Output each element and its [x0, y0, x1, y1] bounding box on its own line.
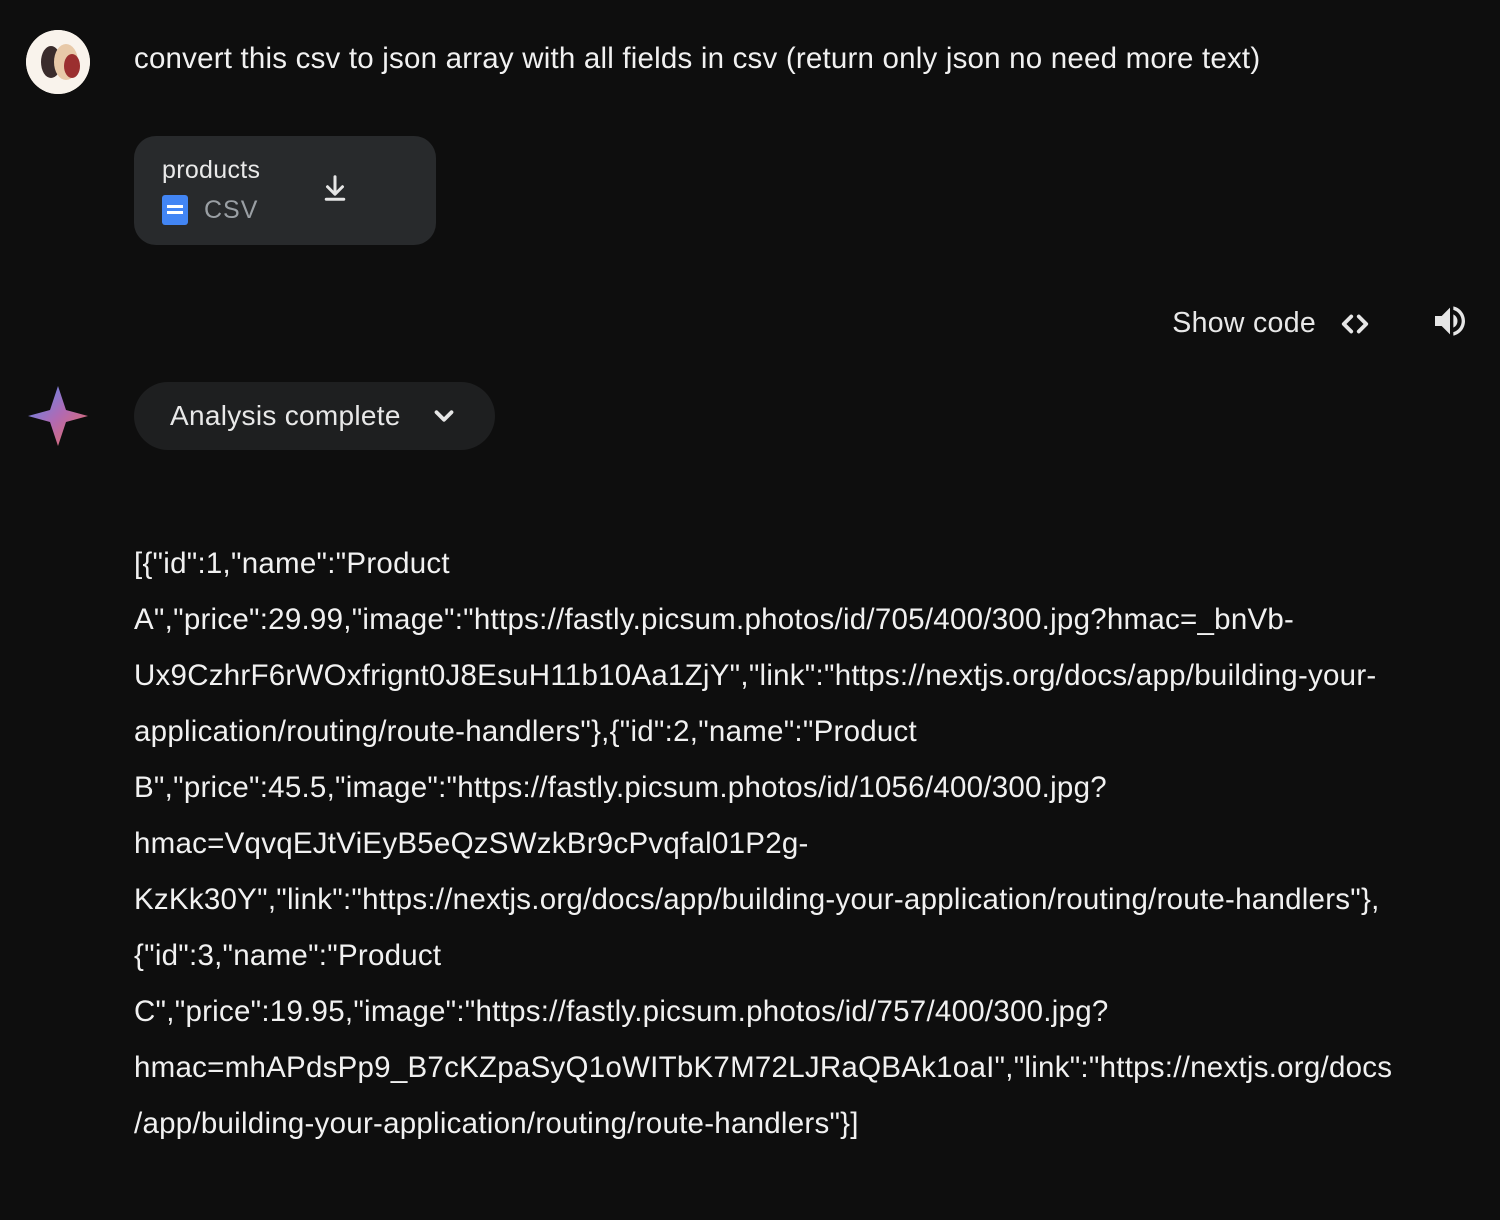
attachment-filetype: CSV: [204, 196, 258, 225]
chevron-down-icon: [429, 401, 459, 431]
user-prompt-text: convert this csv to json array with all …: [134, 30, 1260, 84]
response-action-row: Show code: [26, 301, 1480, 346]
code-icon: [1336, 309, 1374, 339]
user-message-row: convert this csv to json array with all …: [26, 30, 1480, 94]
analysis-chip-label: Analysis complete: [170, 400, 401, 432]
ai-response-text: [{"id":1,"name":"Product A","price":29.9…: [134, 536, 1394, 1153]
download-icon[interactable]: [320, 173, 350, 208]
user-avatar: [26, 30, 90, 94]
file-attachment-card[interactable]: products CSV: [134, 136, 436, 245]
document-icon: [162, 195, 188, 225]
ai-message-row: Analysis complete: [26, 382, 1480, 450]
attachment-row: products CSV: [134, 136, 1480, 245]
attachment-meta: products CSV: [162, 156, 260, 225]
analysis-complete-chip[interactable]: Analysis complete: [134, 382, 495, 450]
chat-stage: convert this csv to json array with all …: [0, 0, 1500, 1220]
show-code-label: Show code: [1172, 307, 1316, 340]
attachment-typeline: CSV: [162, 195, 260, 225]
sound-icon[interactable]: [1430, 301, 1470, 346]
attachment-filename: products: [162, 156, 260, 185]
show-code-button[interactable]: Show code: [1172, 307, 1374, 340]
gemini-spark-icon: [26, 384, 90, 448]
